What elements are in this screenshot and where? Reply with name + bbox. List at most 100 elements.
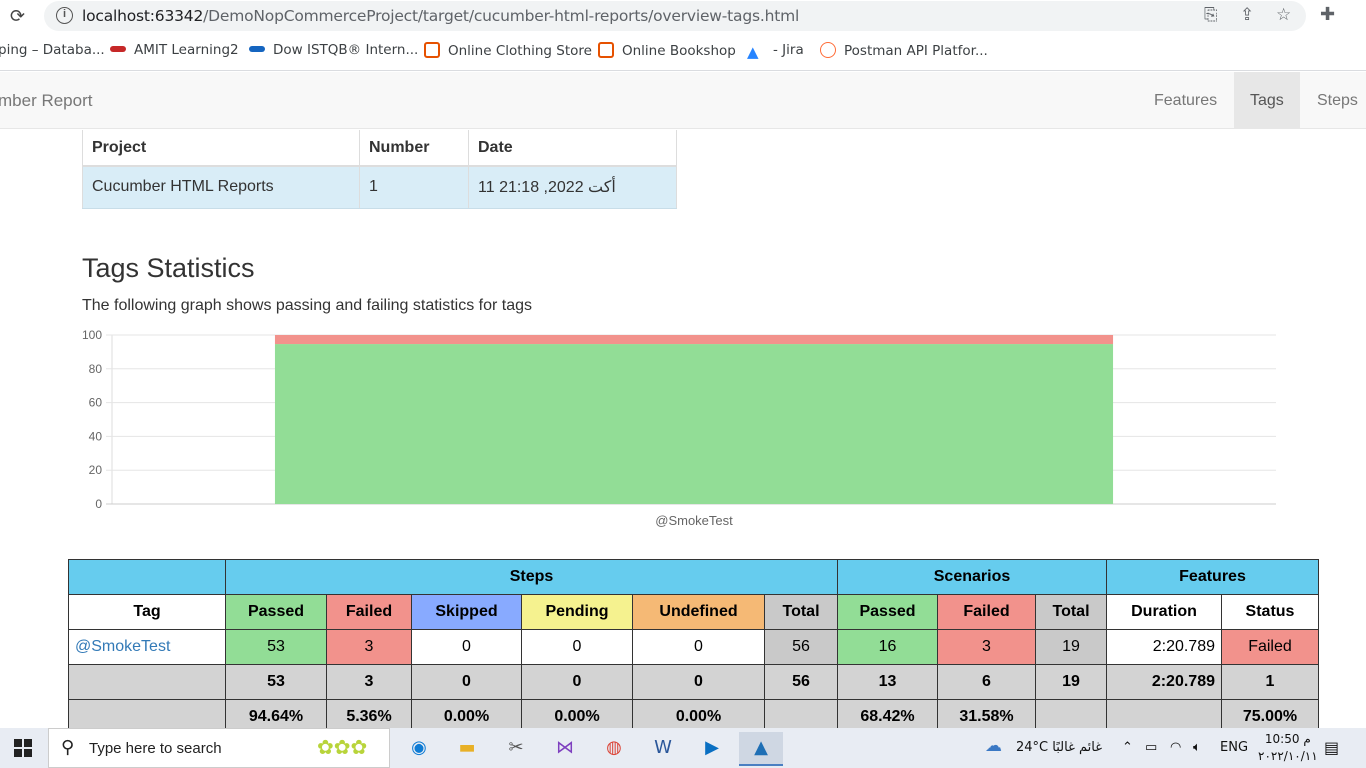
translate-icon[interactable]: ⎘	[1204, 5, 1218, 25]
table-cell	[68, 664, 226, 700]
bar-passed	[274, 344, 1114, 504]
y-tick-label: 0	[95, 497, 102, 511]
col-tag[interactable]: Tag	[68, 594, 226, 630]
site-info-icon[interactable]: i	[56, 7, 73, 24]
col-scenarios-total[interactable]: Total	[1035, 594, 1107, 630]
table-cell: 2:20.789	[1106, 664, 1222, 700]
clock-date: ٢٠٢٢/١٠/١١	[1258, 749, 1318, 763]
table-cell: 19	[1035, 629, 1107, 665]
features-group-header: Features	[1106, 559, 1319, 595]
file-explorer-icon[interactable]: ▬	[445, 732, 489, 766]
col-status[interactable]: Status	[1221, 594, 1319, 630]
report-date: 11 أكت 2022, 21:18	[468, 166, 677, 209]
clock-time: 10:50 م	[1264, 732, 1311, 746]
table-header-blank	[68, 559, 226, 595]
photos-icon[interactable]: ▲	[739, 732, 783, 766]
page-title: Tags Statistics	[82, 253, 255, 283]
table-row: @SmokeTest 53 3 0 0 0 56 16 3 19 2:20.78…	[68, 629, 1319, 665]
bar-failed	[274, 335, 1114, 345]
reload-icon[interactable]: ⟳	[10, 6, 25, 27]
notifications-icon[interactable]: ▤	[1324, 738, 1339, 757]
wifi-icon[interactable]: ◠	[1170, 740, 1181, 755]
tray-chevron-icon[interactable]: ⌃	[1122, 740, 1133, 755]
col-duration[interactable]: Duration	[1106, 594, 1222, 630]
visual-studio-icon[interactable]: ⋈	[543, 732, 587, 766]
tools-icon[interactable]: ✂	[494, 732, 538, 766]
col-steps-passed[interactable]: Passed	[225, 594, 327, 630]
report-navbar: mber Report Features Tags Steps	[0, 72, 1366, 129]
col-scenarios-passed[interactable]: Passed	[837, 594, 938, 630]
istqb-icon	[249, 46, 265, 52]
amit-icon	[110, 46, 126, 52]
weather-text[interactable]: 24°C غائم غالبًا	[1016, 740, 1102, 755]
word-icon[interactable]: W	[641, 732, 685, 766]
bookmark-star-icon[interactable]: ☆	[1276, 5, 1291, 25]
table-cell: 53	[225, 664, 327, 700]
col-steps-undefined[interactable]: Undefined	[632, 594, 765, 630]
edge-icon[interactable]: ◉	[397, 732, 441, 766]
bookmark-item[interactable]: Online Clothing Store	[424, 42, 592, 59]
windows-start-icon[interactable]	[14, 739, 32, 757]
bookmarks-bar: ping – Databa... AMIT Learning2 Dow ISTQ…	[0, 33, 1366, 71]
tags-statistics-table: Steps Scenarios Features Tag Passed Fail…	[68, 559, 1319, 735]
table-cell: 0	[411, 664, 522, 700]
bookmark-item[interactable]: AMIT Learning2	[110, 42, 239, 58]
bookmark-item[interactable]: ▲ - Jira	[747, 42, 804, 61]
tag-link[interactable]: @SmokeTest	[75, 638, 170, 655]
battery-icon[interactable]: ▭	[1145, 740, 1157, 755]
chrome-icon[interactable]: ◍	[592, 732, 636, 766]
media-player-icon[interactable]: ▶	[690, 732, 734, 766]
taskbar-search-input[interactable]: ⚲ Type here to search ✿✿✿	[48, 728, 390, 768]
bookmark-item[interactable]: Postman API Platfor...	[820, 42, 988, 59]
col-scenarios-failed[interactable]: Failed	[937, 594, 1036, 630]
project-info-table: Project Number Date Cucumber HTML Report…	[82, 130, 677, 209]
col-steps-failed[interactable]: Failed	[326, 594, 412, 630]
jira-icon: ▲	[747, 43, 759, 61]
x-tick-label: @SmokeTest	[655, 513, 733, 528]
url-text[interactable]: localhost:63342/DemoNopCommerceProject/t…	[82, 7, 799, 25]
table-cell: 6	[937, 664, 1036, 700]
table-cell: 1	[1221, 664, 1319, 700]
bookmark-item[interactable]: Online Bookshop	[598, 42, 736, 59]
y-tick-label: 100	[82, 328, 102, 342]
site-favicon-icon	[424, 42, 440, 58]
browser-toolbar: ⟳ i localhost:63342/DemoNopCommerceProje…	[0, 0, 1366, 33]
address-bar[interactable]: i localhost:63342/DemoNopCommerceProject…	[44, 1, 1306, 31]
search-icon: ⚲	[61, 737, 75, 758]
language-indicator[interactable]: ENG	[1220, 740, 1248, 755]
y-tick-label: 60	[89, 396, 103, 410]
windows-taskbar: ⚲ Type here to search ✿✿✿ ◉ ▬ ✂ ⋈ ◍ W ▶ …	[0, 728, 1366, 768]
nav-steps[interactable]: Steps	[1301, 72, 1366, 129]
project-name: Cucumber HTML Reports	[82, 166, 360, 209]
table-cell: 0	[521, 629, 633, 665]
nav-tags[interactable]: Tags	[1234, 72, 1300, 129]
volume-icon[interactable]: 🔈︎	[1193, 740, 1201, 755]
brand-title[interactable]: mber Report	[0, 91, 92, 111]
postman-icon	[820, 42, 836, 58]
column-header: Date	[468, 130, 677, 167]
table-cell: 13	[837, 664, 938, 700]
col-steps-pending[interactable]: Pending	[521, 594, 633, 630]
weather-icon[interactable]: ☁	[985, 736, 1002, 756]
build-number: 1	[359, 166, 469, 209]
table-cell: 3	[326, 664, 412, 700]
table-cell: 0	[411, 629, 522, 665]
scenarios-group-header: Scenarios	[837, 559, 1107, 595]
col-steps-skipped[interactable]: Skipped	[411, 594, 522, 630]
table-cell: 0	[521, 664, 633, 700]
site-favicon-icon	[598, 42, 614, 58]
column-header: Number	[359, 130, 469, 167]
page-description: The following graph shows passing and fa…	[82, 297, 533, 314]
clock[interactable]: 10:50 م ٢٠٢٢/١٠/١١	[1258, 731, 1318, 765]
extensions-icon[interactable]: ✚	[1320, 4, 1335, 25]
nav-features[interactable]: Features	[1138, 72, 1233, 129]
share-icon[interactable]: ⇪	[1240, 5, 1254, 25]
y-tick-label: 80	[89, 362, 103, 376]
status-cell: Failed	[1221, 629, 1319, 665]
table-cell: 3	[937, 629, 1036, 665]
bookmark-item[interactable]: ping – Databa...	[0, 42, 105, 58]
col-steps-total[interactable]: Total	[764, 594, 838, 630]
y-tick-label: 40	[89, 429, 103, 443]
column-header: Project	[82, 130, 360, 167]
bookmark-item[interactable]: Dow ISTQB® Intern...	[249, 42, 418, 58]
